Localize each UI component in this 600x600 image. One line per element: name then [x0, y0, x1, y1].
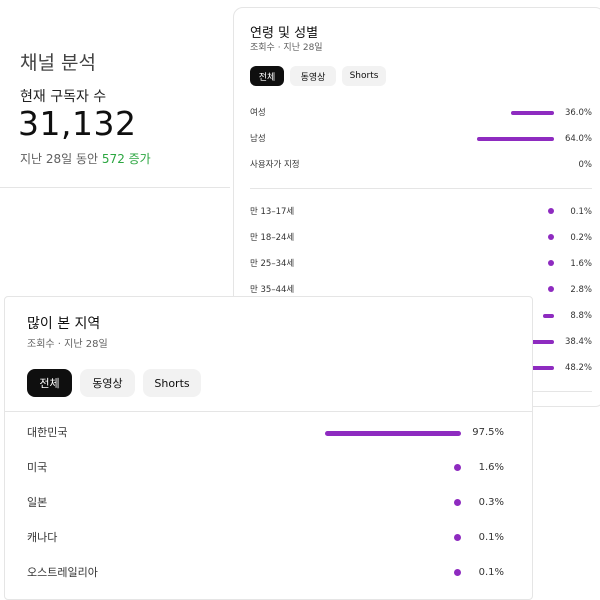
region-row-label: 캐나다 [27, 531, 58, 544]
region-row: 일본 0.3% [27, 493, 504, 513]
share-dot [548, 208, 554, 214]
gender-row: 사용자가 지정 0% [250, 157, 592, 173]
age-gender-title: 연령 및 성별 [250, 26, 319, 41]
region-row: 오스트레일리아 0.1% [27, 563, 504, 583]
region-row-label: 미국 [27, 461, 48, 474]
share-dot [454, 464, 461, 471]
share-bar [324, 431, 461, 436]
divider [5, 411, 532, 412]
top-regions-card: 많이 본 지역 조회수 · 지난 28일 전체 동영상 Shorts 대한민국 9… [4, 296, 533, 600]
tab-videos[interactable]: 동영상 [80, 369, 135, 397]
age-row: 만 13–17세 0.1% [250, 204, 592, 220]
age-row-label: 만 18–24세 [250, 233, 295, 243]
share-dot [548, 260, 554, 266]
region-row-label: 오스트레일리아 [27, 566, 98, 579]
share-dot [548, 234, 554, 240]
period-prefix: 지난 28일 동안 [20, 152, 102, 166]
gender-row-value: 36.0% [564, 108, 592, 118]
share-dot [454, 569, 461, 576]
region-row-value: 0.3% [478, 497, 504, 508]
age-row: 만 25–34세 1.6% [250, 256, 592, 272]
gender-row-label: 남성 [250, 134, 266, 144]
divider [0, 187, 230, 188]
gender-row-label: 여성 [250, 108, 266, 118]
age-gender-subtitle: 조회수 · 지난 28일 [250, 43, 323, 53]
age-row-value: 48.2% [564, 363, 592, 373]
regions-title: 많이 본 지역 [27, 316, 101, 332]
gender-row: 여성 36.0% [250, 105, 592, 121]
age-row-value: 0.1% [570, 207, 592, 217]
age-row-value: 0.2% [570, 233, 592, 243]
channel-summary: 채널 분석 현재 구독자 수 31,132 지난 28일 동안 572 증가 [0, 0, 232, 300]
region-row-value: 0.1% [478, 532, 504, 543]
tab-all[interactable]: 전체 [250, 66, 284, 86]
share-bar [477, 137, 554, 141]
age-row-label: 만 13–17세 [250, 207, 295, 217]
region-row: 캐나다 0.1% [27, 528, 504, 548]
period-increase: 572 증가 [101, 152, 151, 166]
gender-row-value: 0% [578, 160, 593, 170]
tab-shorts[interactable]: Shorts [143, 369, 201, 397]
age-row-label: 만 25–34세 [250, 259, 295, 269]
region-row-value: 1.6% [478, 462, 504, 473]
region-row: 미국 1.6% [27, 458, 504, 478]
region-row-value: 97.5% [472, 427, 504, 438]
tab-videos[interactable]: 동영상 [290, 66, 336, 86]
regions-tabs: 전체 동영상 Shorts [27, 369, 201, 397]
gender-row-label: 사용자가 지정 [250, 160, 300, 170]
tab-shorts[interactable]: Shorts [342, 66, 386, 86]
age-row-value: 2.8% [570, 285, 592, 295]
age-gender-tabs: 전체 동영상 Shorts [250, 66, 386, 86]
age-row-value: 8.8% [570, 311, 592, 321]
share-dot [454, 534, 461, 541]
region-row: 대한민국 97.5% [27, 423, 504, 443]
page-title: 채널 분석 [20, 52, 96, 74]
region-row-value: 0.1% [478, 567, 504, 578]
share-dot [454, 499, 461, 506]
share-bar [510, 111, 554, 115]
share-dot [548, 286, 554, 292]
divider [250, 188, 592, 189]
age-row: 만 18–24세 0.2% [250, 230, 592, 246]
gender-row-value: 64.0% [564, 134, 592, 144]
tab-all[interactable]: 전체 [27, 369, 72, 397]
region-row-label: 대한민국 [27, 426, 68, 439]
region-row-label: 일본 [27, 496, 48, 509]
age-row-value: 1.6% [570, 259, 592, 269]
gender-row: 남성 64.0% [250, 131, 592, 147]
share-bar [543, 314, 554, 318]
subscribers-label: 현재 구독자 수 [20, 89, 107, 105]
regions-subtitle: 조회수 · 지난 28일 [27, 339, 108, 350]
age-row-value: 38.4% [564, 337, 592, 347]
subscribers-period: 지난 28일 동안 572 증가 [20, 150, 151, 167]
subscribers-count: 31,132 [18, 104, 137, 143]
